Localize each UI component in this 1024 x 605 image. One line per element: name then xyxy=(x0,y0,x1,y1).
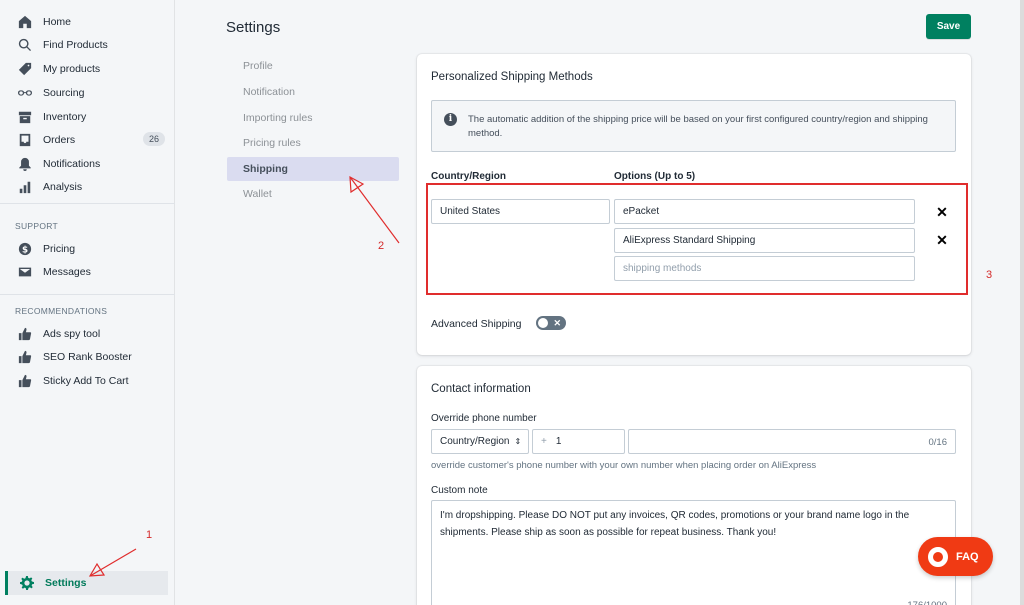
sidebar-item-label: Sticky Add To Cart xyxy=(43,375,129,387)
search-icon xyxy=(17,38,32,53)
settings-nav-shipping[interactable]: Shipping xyxy=(227,157,399,181)
lifebuoy-icon xyxy=(928,546,948,567)
sidebar-divider xyxy=(0,203,175,204)
sidebar-item-home[interactable]: Home xyxy=(0,11,175,33)
sidebar-divider xyxy=(0,294,175,295)
page-title: Settings xyxy=(226,19,281,36)
sidebar-item-label: Inventory xyxy=(43,111,87,123)
sidebar-item-sticky-add-to-cart[interactable]: Sticky Add To Cart xyxy=(0,370,175,392)
phone-number-input[interactable]: 0/16 xyxy=(628,429,956,454)
sidebar-item-label: Analysis xyxy=(43,181,83,193)
svg-text:$: $ xyxy=(21,246,27,256)
sidebar-item-label: Pricing xyxy=(43,243,76,255)
support-section-label: SUPPORT xyxy=(15,221,59,231)
sidebar-item-label: My products xyxy=(43,63,101,75)
orders-count-badge: 26 xyxy=(142,132,165,146)
custom-note-textarea[interactable]: I'm dropshipping. Please DO NOT put any … xyxy=(431,500,956,605)
sidebar-item-settings[interactable]: Settings xyxy=(5,571,168,595)
info-text: The automatic addition of the shipping p… xyxy=(468,114,928,139)
home-icon xyxy=(17,15,32,30)
sidebar-item-analysis[interactable]: Analysis xyxy=(0,176,175,198)
faq-button[interactable]: FAQ xyxy=(918,537,993,576)
info-icon: i xyxy=(444,113,457,126)
settings-nav-wallet[interactable]: Wallet xyxy=(227,182,399,206)
dial-code-value: 1 xyxy=(555,436,562,447)
select-arrows-icon: ⇕ xyxy=(514,437,522,446)
bar-chart-icon xyxy=(17,180,32,195)
sidebar-item-my-products[interactable]: My products xyxy=(0,58,175,80)
bell-icon xyxy=(17,157,32,172)
sidebar-item-label: Settings xyxy=(45,577,87,589)
country-region-header: Country/Region xyxy=(431,171,506,182)
annotation-number: 2 xyxy=(378,240,385,252)
advanced-shipping-label: Advanced Shipping xyxy=(431,318,522,330)
tag-icon xyxy=(17,62,32,77)
sidebar-item-orders[interactable]: Orders 26 xyxy=(0,129,175,151)
settings-nav-notification[interactable]: Notification xyxy=(227,80,399,104)
note-counter: 176/1000 xyxy=(907,597,947,605)
phone-help-text: override customer's phone number with yo… xyxy=(431,460,817,471)
dollar-icon: $ xyxy=(17,242,32,257)
sidebar-item-label: Orders xyxy=(43,134,76,146)
toggle-off-icon: ✕ xyxy=(553,318,561,328)
annotation-number: 1 xyxy=(146,529,153,541)
sidebar-item-messages[interactable]: Messages xyxy=(0,261,175,283)
annotation-number: 3 xyxy=(986,269,993,281)
sidebar-item-notifications[interactable]: Notifications xyxy=(0,153,175,175)
glasses-icon xyxy=(17,86,32,101)
advanced-shipping-toggle[interactable]: ✕ xyxy=(536,316,566,330)
contact-information-card: Contact information Override phone numbe… xyxy=(417,366,971,605)
sidebar-item-label: Home xyxy=(43,16,72,28)
contact-card-title: Contact information xyxy=(431,383,531,395)
settings-nav-profile[interactable]: Profile xyxy=(227,54,399,78)
faq-label: FAQ xyxy=(956,550,979,563)
recommendations-section-label: RECOMMENDATIONS xyxy=(15,306,108,316)
country-region-select[interactable]: Country/Region ⇕ xyxy=(431,429,529,454)
custom-note-label: Custom note xyxy=(431,485,488,496)
dial-code-input[interactable]: + 1 xyxy=(532,429,625,454)
sidebar: Home Find Products My products Sourcing … xyxy=(0,0,175,605)
sidebar-item-sourcing[interactable]: Sourcing xyxy=(0,82,175,104)
shipping-card-title: Personalized Shipping Methods xyxy=(431,71,593,83)
envelope-icon xyxy=(17,265,32,280)
custom-note-text: I'm dropshipping. Please DO NOT put any … xyxy=(440,510,910,538)
thumbs-up-icon xyxy=(17,327,32,342)
settings-nav-importing-rules[interactable]: Importing rules xyxy=(227,106,399,130)
phone-counter: 0/16 xyxy=(928,437,948,448)
sidebar-item-pricing[interactable]: $ Pricing xyxy=(0,238,175,260)
thumbs-up-icon xyxy=(17,374,32,389)
sidebar-item-inventory[interactable]: Inventory xyxy=(0,106,175,128)
sidebar-item-label: Notifications xyxy=(43,158,101,170)
sidebar-item-label: Find Products xyxy=(43,39,108,51)
gear-icon xyxy=(20,576,34,590)
info-banner: i The automatic addition of the shipping… xyxy=(431,100,956,152)
inbox-icon xyxy=(17,133,32,148)
plus-sign: + xyxy=(541,436,547,447)
sidebar-item-label: Ads spy tool xyxy=(43,328,101,340)
options-header: Options (Up to 5) xyxy=(614,171,696,182)
settings-nav-pricing-rules[interactable]: Pricing rules xyxy=(227,131,399,155)
toggle-knob xyxy=(538,318,548,328)
thumbs-up-icon xyxy=(17,350,32,365)
page-scrollbar[interactable] xyxy=(1020,0,1024,605)
box-icon xyxy=(17,110,32,125)
phone-label: Override phone number xyxy=(431,413,537,424)
sidebar-item-seo-rank-booster[interactable]: SEO Rank Booster xyxy=(0,346,175,368)
save-button[interactable]: Save xyxy=(926,14,971,39)
sidebar-item-label: Messages xyxy=(43,266,91,278)
annotation-highlight-box xyxy=(426,183,968,295)
country-select-value: Country/Region xyxy=(440,436,510,447)
sidebar-item-label: Sourcing xyxy=(43,87,85,99)
sidebar-item-ads-spy-tool[interactable]: Ads spy tool xyxy=(0,323,175,345)
sidebar-item-label: SEO Rank Booster xyxy=(43,351,132,363)
sidebar-item-find-products[interactable]: Find Products xyxy=(0,34,175,56)
